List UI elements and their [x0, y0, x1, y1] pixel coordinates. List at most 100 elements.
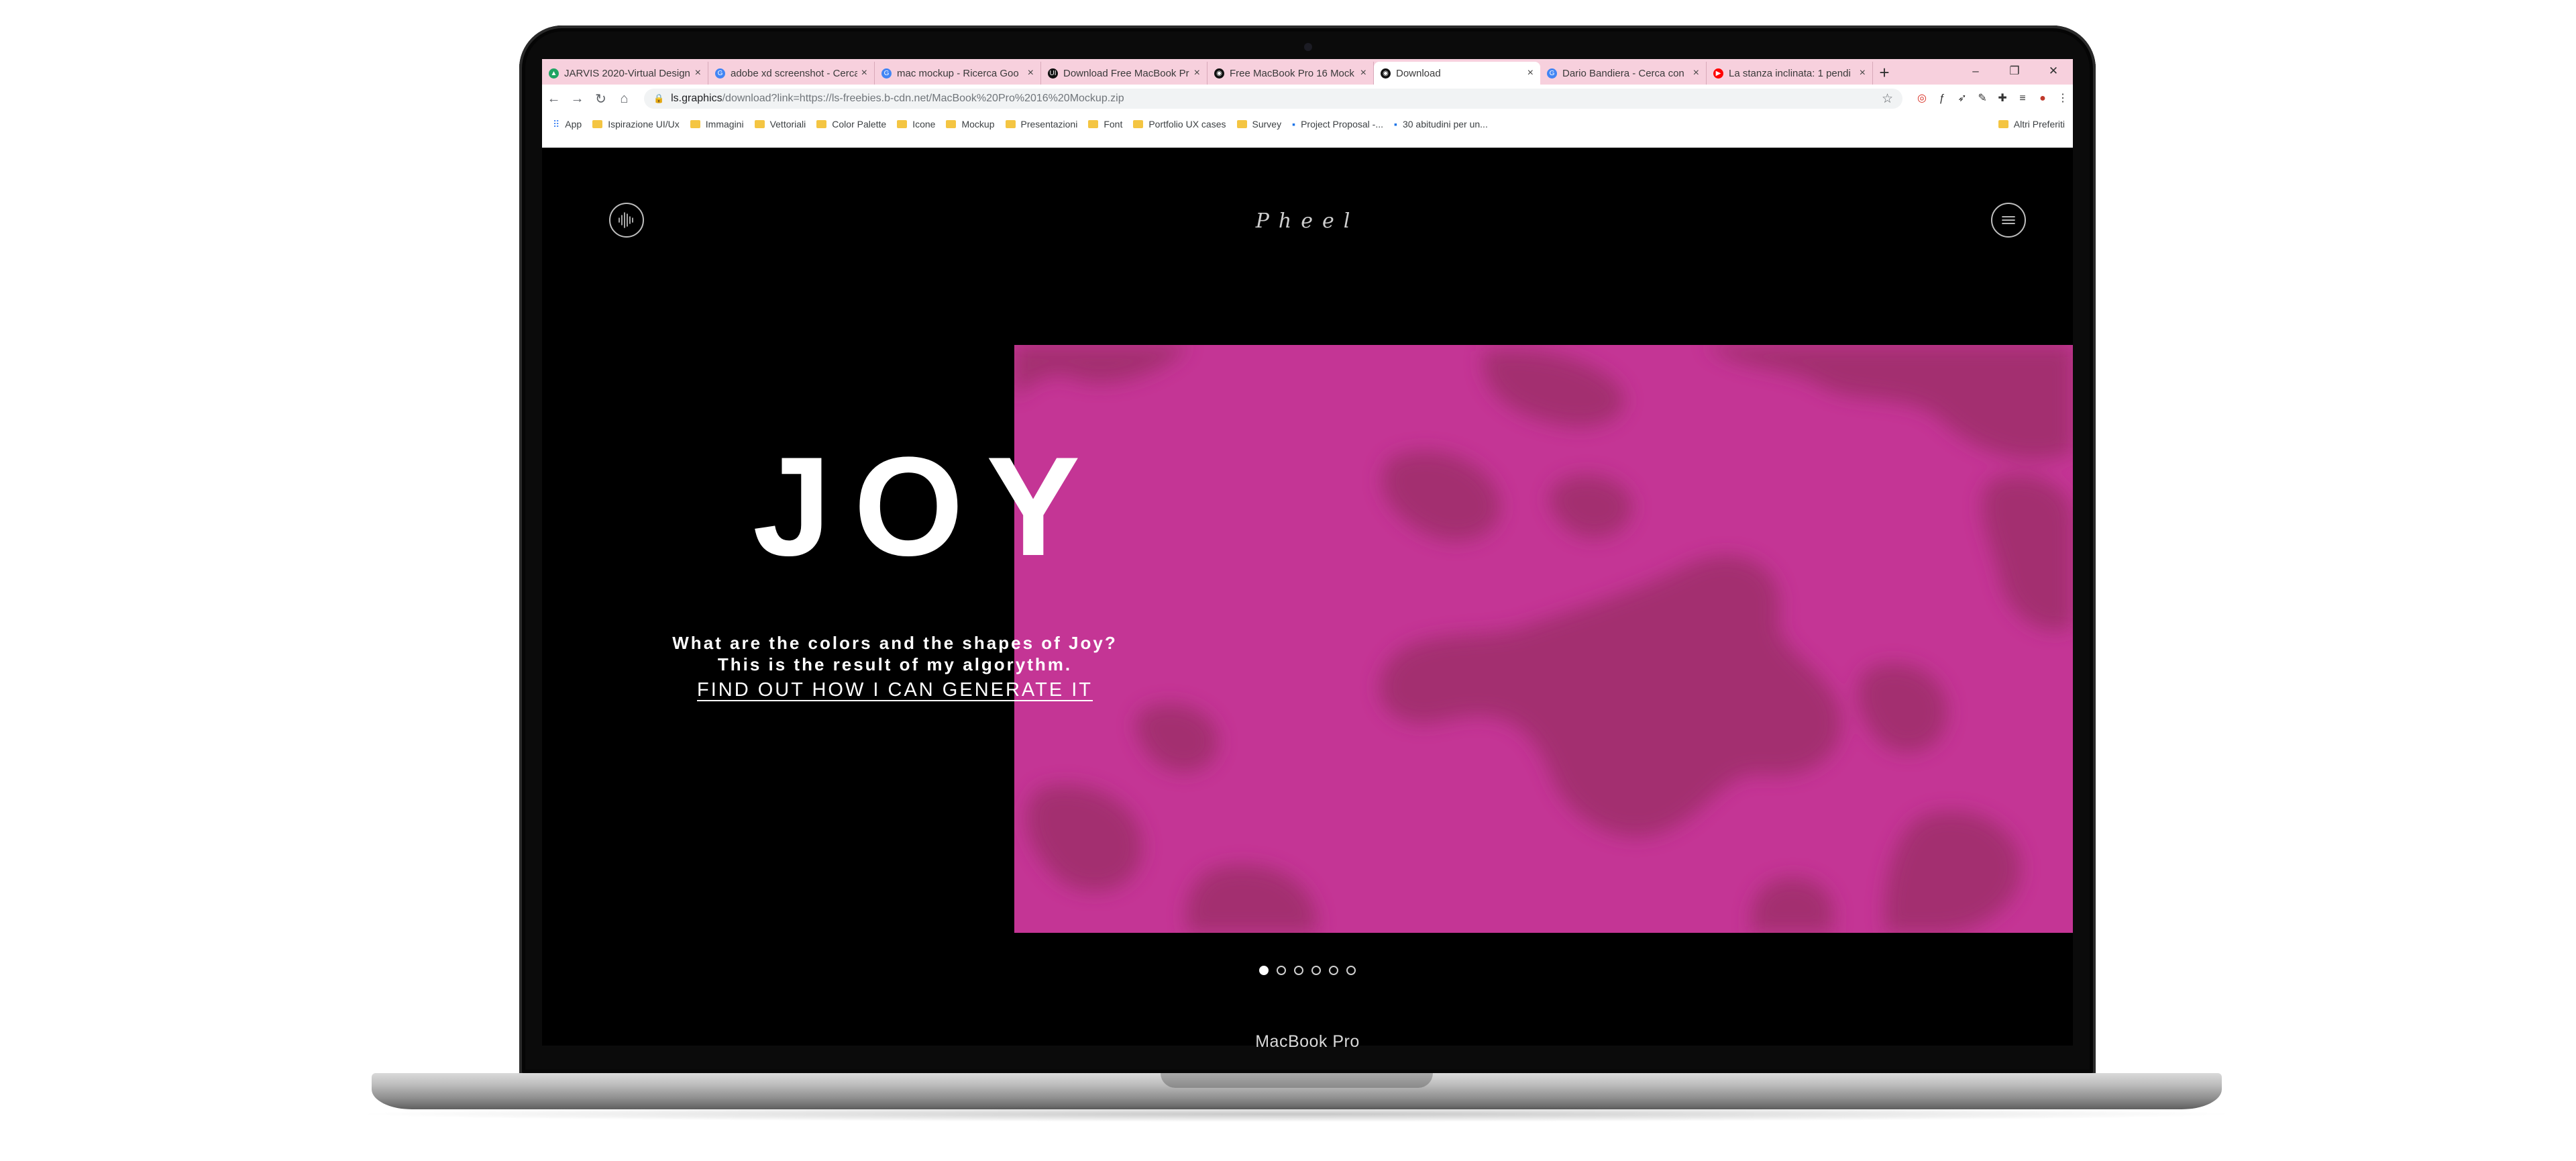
tab-close-icon[interactable]: ×: [1693, 67, 1699, 79]
profile-avatar-icon[interactable]: ●: [2033, 89, 2053, 109]
laptop-base-notch: [1161, 1073, 1433, 1088]
chrome-menu-icon[interactable]: ⋮: [2053, 89, 2073, 109]
bookmark-item[interactable]: ▪ Project Proposal -...: [1292, 119, 1383, 130]
youtube-icon: ▶: [1713, 68, 1723, 79]
tab-close-icon[interactable]: ×: [1860, 67, 1866, 79]
bookmark-label: Color Palette: [832, 119, 887, 130]
browser-tab[interactable]: ▶ La stanza inclinata: 1 pendi ×: [1707, 62, 1873, 85]
bookmark-item[interactable]: Icone: [897, 119, 935, 130]
forward-arrow-icon[interactable]: →: [566, 91, 589, 107]
extension-rocket-icon[interactable]: ➶: [1952, 89, 1972, 109]
slider-dot[interactable]: [1346, 966, 1356, 975]
bookmark-label: Project Proposal -...: [1301, 119, 1383, 130]
google-icon: G: [881, 68, 892, 79]
browser-tab[interactable]: UI Download Free MacBook Pr ×: [1041, 62, 1208, 85]
find-out-link[interactable]: FIND OUT HOW I CAN GENERATE IT: [672, 679, 1118, 701]
screen: ▲ JARVIS 2020-Virtual Design × Gadobe xd sc…: [542, 59, 2073, 1046]
hero-subtitle-line-2: This is the result of my algorythm.: [717, 654, 1073, 674]
tab-title: Free MacBook Pro 16 Mock: [1230, 67, 1354, 79]
folder-icon: [1005, 120, 1016, 128]
bookmark-item[interactable]: Presentazioni: [1005, 119, 1078, 130]
back-arrow-icon[interactable]: ←: [542, 91, 566, 107]
folder-icon: [1088, 120, 1099, 128]
home-icon[interactable]: ⌂: [612, 91, 636, 107]
tab-bar: ▲ JARVIS 2020-Virtual Design × Gadobe xd sc…: [542, 59, 2073, 85]
tab-close-icon[interactable]: ×: [1360, 67, 1366, 79]
bookmark-item[interactable]: Portfolio UX cases: [1133, 119, 1226, 130]
browser-tab[interactable]: Gadobe xd screenshot - Cerca ×: [708, 62, 875, 85]
tab-title: adobe xd screenshot - Cerca: [731, 67, 857, 79]
web-page: Pheel JOY What are the colors and the sh…: [542, 148, 2073, 1046]
browser-tab[interactable]: ▲ JARVIS 2020-Virtual Design ×: [542, 62, 708, 85]
extension-formula-icon[interactable]: ƒ: [1932, 89, 1952, 109]
tab-title: mac mockup - Ricerca Goo: [897, 67, 1019, 79]
hamburger-menu-button[interactable]: [1991, 203, 2026, 238]
bookmark-item[interactable]: ⠿ App: [553, 119, 582, 130]
extensions: ◎ ƒ ➶ ✎ ✚ ≡ ● ⋮: [1912, 89, 2073, 109]
bookmark-label: Vettoriali: [769, 119, 806, 130]
brand-logo[interactable]: Pheel: [542, 209, 2073, 233]
folder-icon: [690, 120, 700, 128]
tab-close-icon[interactable]: ×: [1028, 67, 1034, 79]
tab-close-icon[interactable]: ×: [695, 67, 701, 79]
slider-dot[interactable]: [1311, 966, 1321, 975]
camera: [1304, 43, 1312, 51]
hero-subtitle: What are the colors and the shapes of Jo…: [672, 632, 1118, 675]
tab-close-icon[interactable]: ×: [861, 67, 867, 79]
bookmark-item[interactable]: ▪ 30 abitudini per un...: [1394, 119, 1488, 130]
device-label: MacBook Pro: [1255, 1032, 1360, 1051]
ls-icon: ◉: [1381, 68, 1391, 79]
folder-icon: [754, 120, 765, 128]
slider-dot[interactable]: [1277, 966, 1286, 975]
bookmark-item[interactable]: Immagini: [690, 119, 744, 130]
ui-icon: UI: [1048, 68, 1058, 79]
drive-icon: ▲: [549, 68, 559, 79]
slider-dot[interactable]: [1259, 966, 1269, 975]
lock-icon: 🔒: [653, 93, 665, 103]
bookmark-item[interactable]: Ispirazione UI/Ux: [592, 119, 680, 130]
window-controls: – ❐ ✕: [1956, 59, 2073, 85]
folder-icon: [1133, 120, 1144, 128]
url-path: /download?link=https://ls-freebies.b-cdn…: [722, 93, 1124, 104]
bookmark-item[interactable]: Mockup: [946, 119, 995, 130]
browser-tab[interactable]: ◉ Free MacBook Pro 16 Mock ×: [1208, 62, 1374, 85]
folder-icon: [1998, 120, 2008, 128]
extension-picker-icon[interactable]: ✎: [1972, 89, 1992, 109]
bookmark-other-folder[interactable]: Altri Preferiti: [1998, 119, 2065, 130]
bookmarks-bar: ⠿ App Ispirazione UI/Ux Immagini Vettoriali C…: [542, 113, 2073, 136]
slider-dot[interactable]: [1329, 966, 1338, 975]
bookmark-item[interactable]: Font: [1088, 119, 1122, 130]
folder-icon: [946, 120, 957, 128]
slider-dot[interactable]: [1294, 966, 1303, 975]
laptop-base: [372, 1073, 2222, 1109]
tab-close-icon[interactable]: ×: [1194, 67, 1200, 79]
restore-button[interactable]: ❐: [1995, 59, 2034, 85]
extensions-puzzle-icon[interactable]: ✚: [1992, 89, 2012, 109]
generative-blob-pattern: [1014, 345, 2073, 933]
browser-tab[interactable]: ◉ Download ×: [1374, 62, 1540, 85]
site-icon: ▪: [1292, 119, 1296, 130]
reading-list-icon[interactable]: ≡: [2012, 89, 2033, 109]
bookmark-item[interactable]: Color Palette: [816, 119, 886, 130]
bookmark-item[interactable]: Vettoriali: [754, 119, 806, 130]
bookmark-star-icon[interactable]: ☆: [1882, 91, 1893, 107]
minimize-button[interactable]: –: [1956, 59, 1995, 85]
extension-icon[interactable]: ◎: [1912, 89, 1932, 109]
page-top-strip: [542, 136, 2073, 148]
bookmark-label: Immagini: [705, 119, 744, 130]
reload-icon[interactable]: ↻: [589, 91, 612, 107]
tab-title: JARVIS 2020-Virtual Design: [564, 67, 690, 79]
close-window-button[interactable]: ✕: [2034, 59, 2073, 85]
browser-tab[interactable]: G Dario Bandiera - Cerca con ×: [1540, 62, 1707, 85]
bookmark-label: Presentazioni: [1020, 119, 1078, 130]
browser-tab[interactable]: Gmac mockup - Ricerca Goo ×: [875, 62, 1041, 85]
bookmark-label: Ispirazione UI/Ux: [608, 119, 680, 130]
google-icon: G: [1547, 68, 1557, 79]
address-bar[interactable]: 🔒 ls.graphics/download?link=https://ls-f…: [643, 89, 1903, 109]
bookmark-label: Portfolio UX cases: [1148, 119, 1226, 130]
tab-close-icon[interactable]: ×: [1527, 67, 1534, 79]
ls-icon: ◉: [1214, 68, 1224, 79]
bookmark-item[interactable]: Survey: [1236, 119, 1281, 130]
new-tab-button[interactable]: +: [1873, 62, 1896, 85]
slider-pagination: [542, 966, 2073, 975]
